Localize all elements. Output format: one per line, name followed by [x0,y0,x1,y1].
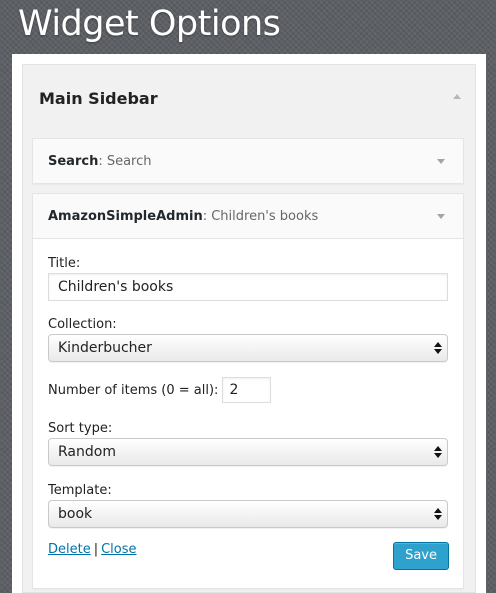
select-arrows-icon [434,342,442,354]
collection-selected-value: Kinderbucher [58,340,152,356]
link-separator: | [93,542,99,557]
template-label: Template: [48,483,112,498]
num-items-label: Number of items (0 = all): [48,382,219,398]
title-input[interactable]: Children's books [48,273,448,301]
sidebar-title: Main Sidebar [39,89,158,108]
sort-type-select[interactable]: Random [48,438,448,466]
collection-select[interactable]: Kinderbucher [48,334,448,362]
widget-amazon-simple-admin: AmazonSimpleAdmin: Children's books Titl… [32,193,464,589]
select-arrows-icon [434,508,442,520]
sort-type-selected-value: Random [58,444,116,460]
collection-label: Collection: [48,317,117,332]
page-title: Widget Options [18,4,281,44]
widget-form: Title: Children's books Collection: Kind… [33,238,463,588]
expand-arrow-icon[interactable] [437,159,445,164]
widget-search: Search: Search [32,138,464,184]
save-button[interactable]: Save [393,542,449,570]
template-select[interactable]: book [48,500,448,528]
num-items-row: Number of items (0 = all): 2 [48,377,272,403]
select-arrows-icon [434,446,442,458]
widget-amazon-header[interactable]: AmazonSimpleAdmin: Children's books [33,194,463,238]
widget-name: Search [48,154,99,169]
collapse-arrow-icon[interactable] [437,214,445,219]
sidebar-area: Main Sidebar Search: Search AmazonSimple… [22,64,476,593]
widget-search-title: Search: Search [48,154,152,169]
delete-link[interactable]: Delete [48,542,91,557]
widget-search-header[interactable]: Search: Search [33,139,463,183]
widget-name: AmazonSimpleAdmin [48,209,203,224]
widget-instance-title: Search [106,154,152,169]
close-link[interactable]: Close [101,542,136,557]
widget-options-panel: Main Sidebar Search: Search AmazonSimple… [12,54,486,593]
title-label: Title: [48,256,81,271]
collapse-arrow-icon[interactable] [453,94,461,99]
widget-title-separator: : [98,154,107,169]
widget-title-separator: : [202,209,212,224]
widget-amazon-title: AmazonSimpleAdmin: Children's books [48,209,318,224]
sidebar-header[interactable]: Main Sidebar [23,65,475,129]
template-selected-value: book [58,506,93,522]
widget-instance-title: Children's books [211,209,319,224]
widget-control-links: Delete | Close [48,542,137,557]
sort-type-label: Sort type: [48,421,113,436]
num-items-input[interactable]: 2 [222,377,272,403]
